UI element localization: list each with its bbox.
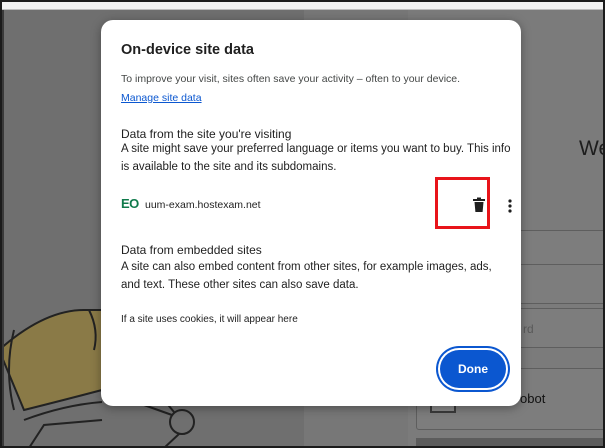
highlight-box — [435, 177, 490, 229]
site-favicon: EO — [121, 196, 139, 211]
visiting-section-text: A site might save your preferred languag… — [121, 143, 511, 173]
background-bottom-button — [416, 438, 603, 446]
manage-site-data-link[interactable]: Manage site data — [121, 92, 202, 104]
dialog-title: On-device site data — [121, 42, 254, 58]
embedded-section-text: A site can also embed content from other… — [121, 261, 492, 291]
embedded-section-heading: Data from embedded sites — [121, 243, 262, 257]
background-captcha-label: obot — [520, 391, 546, 406]
site-domain: uum-exam.hostexam.net — [145, 199, 261, 211]
cookies-note: If a site uses cookies, it will appear h… — [121, 314, 298, 325]
dialog-description: To improve your visit, sites often save … — [121, 73, 461, 85]
screen: We rd obot On-device site data To improv… — [0, 0, 605, 448]
background-heading: We — [579, 137, 603, 160]
background-field-hint: rd — [523, 322, 534, 336]
more-vert-icon[interactable] — [507, 198, 513, 214]
browser-top-strip — [2, 2, 603, 10]
done-button[interactable]: Done — [440, 350, 506, 388]
